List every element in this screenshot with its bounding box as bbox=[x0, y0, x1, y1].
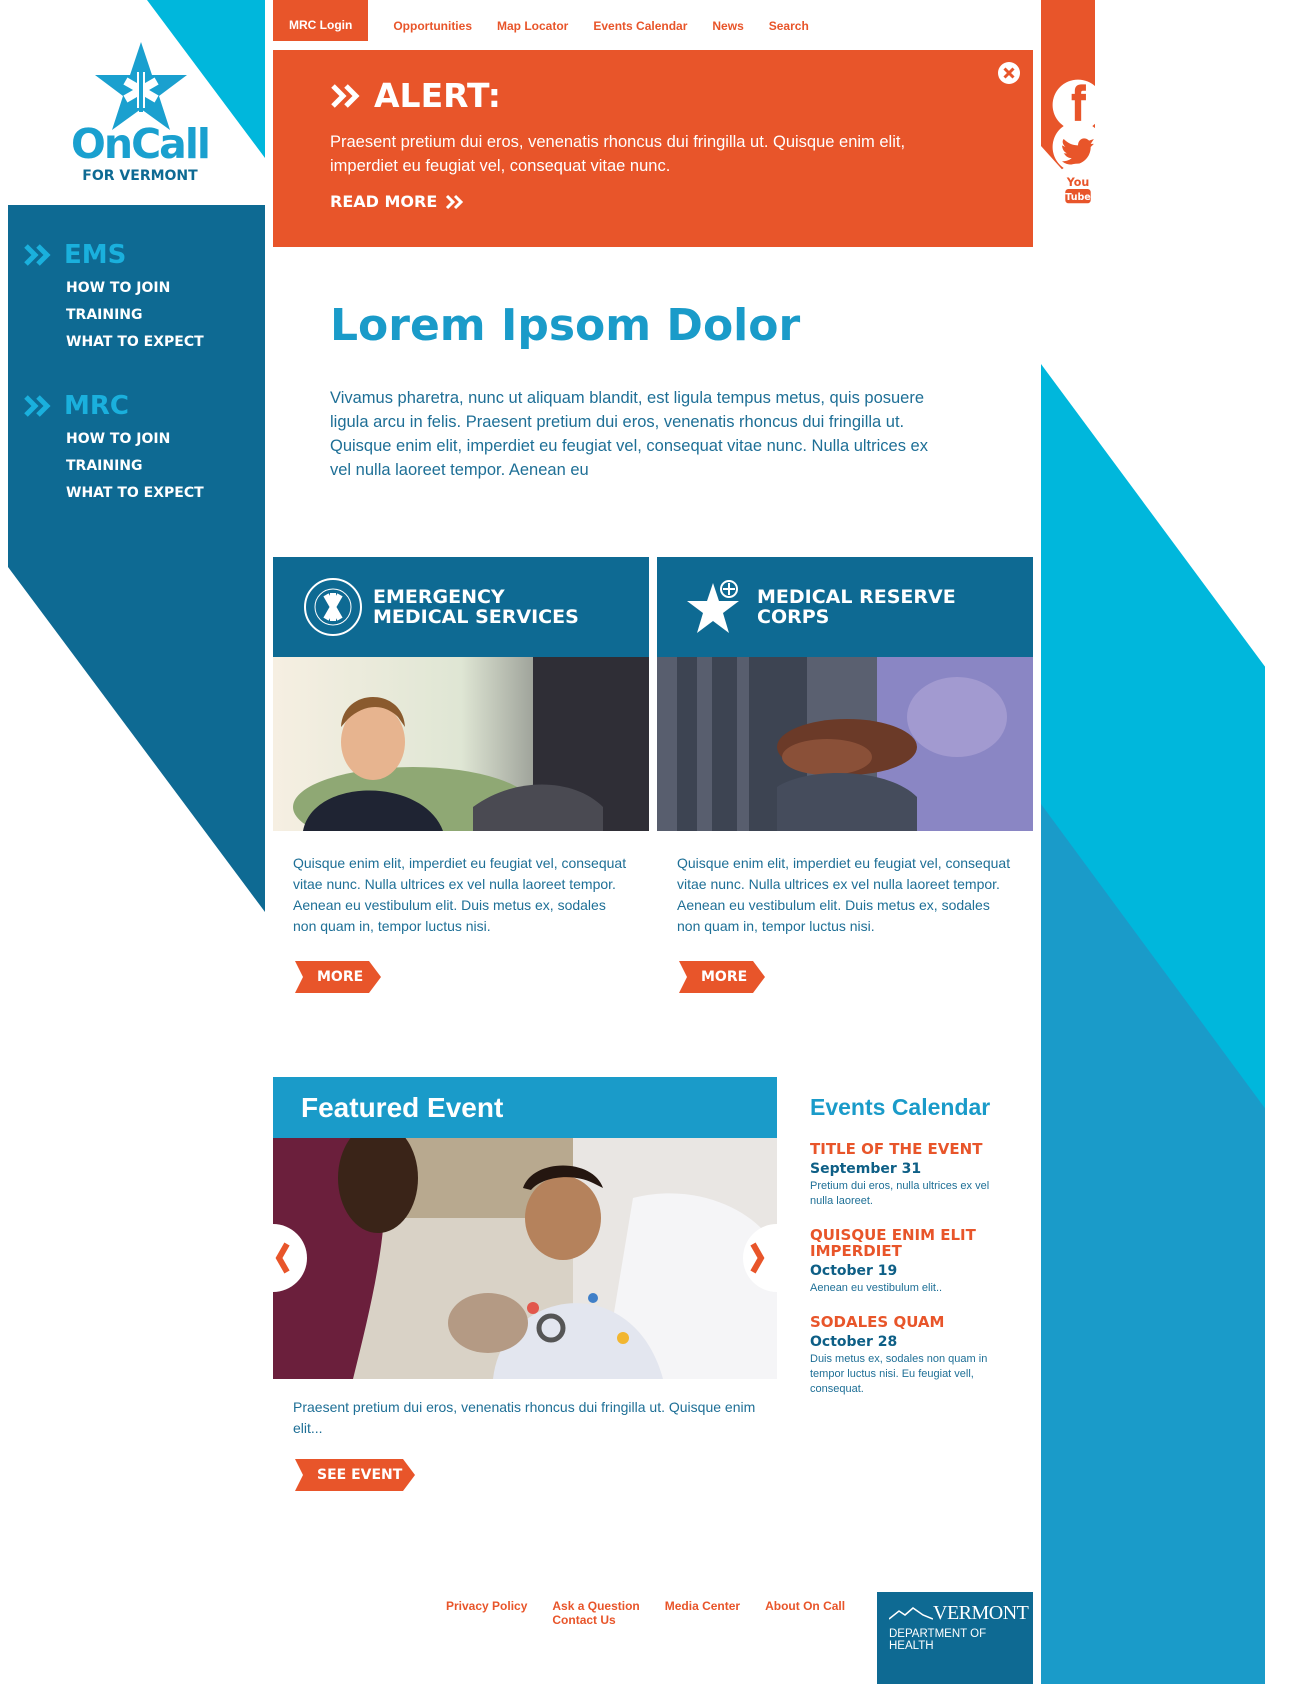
event-description: Duis metus ex, sodales non quam in tempo… bbox=[810, 1353, 988, 1395]
event-item[interactable]: QUISQUE ENIM ELIT IMPERDIET October 19 A… bbox=[810, 1227, 1005, 1296]
ems-photo bbox=[273, 657, 649, 831]
mrc-more-button[interactable]: MORE bbox=[679, 961, 773, 993]
ems-more-button[interactable]: MORE bbox=[295, 961, 389, 993]
oncall-logo[interactable]: OnCall FOR VERMONT bbox=[55, 42, 225, 192]
event-description: Pretium dui eros, nulla ultrices ex vel … bbox=[810, 1180, 990, 1207]
alert-title-text: ALERT: bbox=[374, 76, 501, 115]
events-calendar-heading: Events Calendar bbox=[810, 1094, 991, 1120]
button-label: SEE EVENT bbox=[317, 1467, 403, 1483]
card-title: MEDICAL RESERVE CORPS bbox=[757, 586, 956, 628]
card-ems: EMERGENCY MEDICAL SERVICES Quisque enim … bbox=[273, 557, 649, 993]
footer-about-on-call[interactable]: About On Call bbox=[765, 1599, 845, 1627]
nav-item-ems-how-to-join[interactable]: HOW TO JOIN bbox=[66, 275, 265, 302]
event-item[interactable]: TITLE OF THE EVENT September 31 Pretium … bbox=[810, 1141, 1005, 1209]
nav-item-ems-what-to-expect[interactable]: WHAT TO EXPECT bbox=[66, 329, 265, 356]
event-description: Aenean eu vestibulum elit.. bbox=[810, 1282, 943, 1294]
card-description: Quisque enim elit, imperdiet eu feugiat … bbox=[677, 855, 1011, 934]
alert-title: ALERT: bbox=[330, 76, 501, 115]
topnav-news[interactable]: News bbox=[712, 19, 743, 33]
topnav-opportunities[interactable]: Opportunities bbox=[393, 19, 472, 33]
card-header: MEDICAL RESERVE CORPS bbox=[657, 557, 1033, 657]
card-description: Quisque enim elit, imperdiet eu feugiat … bbox=[293, 855, 627, 934]
department-of-health-emblem-icon bbox=[304, 578, 362, 636]
event-date: October 19 bbox=[810, 1263, 898, 1279]
vermont-department-of-health-logo[interactable]: VERMONT DEPARTMENT OF HEALTH bbox=[877, 1592, 1033, 1684]
double-chevron-icon bbox=[331, 83, 360, 108]
button-label: MORE bbox=[701, 969, 748, 985]
nav-item-ems-training[interactable]: TRAINING bbox=[66, 302, 265, 329]
alert-banner: ALERT: Praesent pretium dui eros, venena… bbox=[273, 50, 1033, 247]
nav-item-mrc-training[interactable]: TRAINING bbox=[66, 453, 265, 480]
nav-item-mrc-how-to-join[interactable]: HOW TO JOIN bbox=[66, 426, 265, 453]
vdh-subtitle: DEPARTMENT OF HEALTH bbox=[889, 1628, 987, 1652]
next-slide-button[interactable] bbox=[729, 1224, 777, 1292]
featured-event-description: Praesent pretium dui eros, venenatis rho… bbox=[293, 1399, 756, 1436]
logo-wordmark: OnCall bbox=[71, 120, 211, 168]
mountain-icon bbox=[889, 1607, 933, 1620]
svg-text:Tube: Tube bbox=[1065, 192, 1091, 203]
nav-group-ems: EMS HOW TO JOIN TRAINING WHAT TO EXPECT bbox=[24, 235, 265, 356]
youtube-icon[interactable]: You Tube bbox=[1051, 101, 1104, 215]
nav-heading-label: MRC bbox=[64, 391, 129, 421]
logo-tagline: FOR VERMONT bbox=[82, 168, 198, 184]
twitter-icon[interactable] bbox=[1051, 59, 1104, 173]
facebook-icon[interactable] bbox=[1051, 17, 1104, 131]
event-title[interactable]: TITLE OF THE EVENT bbox=[810, 1141, 1005, 1157]
footer-link-stack: Ask a Question Contact Us bbox=[552, 1599, 639, 1627]
event-date: September 31 bbox=[810, 1161, 922, 1177]
previous-slide-button[interactable] bbox=[273, 1224, 321, 1292]
alert-body: Praesent pretium dui eros, venenatis rho… bbox=[330, 133, 906, 175]
close-icon[interactable] bbox=[997, 61, 1021, 85]
page-title: Lorem Ipsom Dolor bbox=[330, 300, 801, 351]
event-title[interactable]: QUISQUE ENIM ELIT IMPERDIET bbox=[810, 1227, 1005, 1259]
nav-heading-ems[interactable]: EMS bbox=[24, 235, 265, 275]
double-chevron-icon bbox=[24, 395, 51, 417]
card-title: EMERGENCY MEDICAL SERVICES bbox=[373, 586, 579, 628]
footer-media-center[interactable]: Media Center bbox=[665, 1599, 740, 1627]
footer-contact-us[interactable]: Contact Us bbox=[552, 1613, 639, 1627]
topnav-search[interactable]: Search bbox=[769, 19, 809, 33]
double-chevron-icon bbox=[446, 194, 464, 209]
topnav-map-locator[interactable]: Map Locator bbox=[497, 19, 568, 33]
footer-links: Privacy Policy Ask a Question Contact Us… bbox=[446, 1599, 870, 1627]
double-chevron-icon bbox=[24, 244, 51, 266]
featured-event-heading: Featured Event bbox=[273, 1077, 777, 1138]
intro-paragraph: Vivamus pharetra, nunc ut aliquam blandi… bbox=[330, 389, 928, 479]
footer-ask-a-question[interactable]: Ask a Question bbox=[552, 1599, 639, 1613]
top-navigation: MRC Login Opportunities Map Locator Even… bbox=[273, 0, 809, 41]
mrc-login-button[interactable]: MRC Login bbox=[273, 0, 369, 41]
featured-event-photo bbox=[273, 1138, 777, 1379]
vdh-wordmark: VERMONT bbox=[933, 1602, 1029, 1624]
event-item[interactable]: SODALES QUAM October 28 Duis metus ex, s… bbox=[810, 1314, 1005, 1397]
card-mrc: MEDICAL RESERVE CORPS Quisque enim elit,… bbox=[657, 557, 1033, 993]
alert-read-more-label: READ MORE bbox=[330, 192, 438, 211]
svg-text:You: You bbox=[1066, 176, 1090, 189]
card-header: EMERGENCY MEDICAL SERVICES bbox=[273, 557, 649, 657]
mrc-photo bbox=[657, 657, 1033, 831]
nav-heading-label: EMS bbox=[64, 240, 127, 270]
nav-item-mrc-what-to-expect[interactable]: WHAT TO EXPECT bbox=[66, 480, 265, 507]
topnav-events-calendar[interactable]: Events Calendar bbox=[593, 19, 687, 33]
social-ribbon: You Tube bbox=[1041, 0, 1104, 215]
side-navigation: EMS HOW TO JOIN TRAINING WHAT TO EXPECT … bbox=[8, 205, 265, 507]
footer-privacy-policy[interactable]: Privacy Policy bbox=[446, 1599, 527, 1627]
events-calendar: Events Calendar TITLE OF THE EVENT Septe… bbox=[810, 1095, 1005, 1415]
nav-group-mrc: MRC HOW TO JOIN TRAINING WHAT TO EXPECT bbox=[24, 386, 265, 507]
event-title[interactable]: SODALES QUAM bbox=[810, 1314, 1005, 1330]
featured-event: Featured Event Praesent pretium dui eros… bbox=[273, 1077, 777, 1491]
event-date: October 28 bbox=[810, 1334, 898, 1350]
see-event-button[interactable]: SEE EVENT bbox=[295, 1459, 428, 1491]
alert-read-more-link[interactable]: READ MORE bbox=[330, 192, 465, 211]
mrc-star-emblem-icon bbox=[687, 580, 739, 633]
button-label: MORE bbox=[317, 969, 364, 985]
nav-heading-mrc[interactable]: MRC bbox=[24, 386, 265, 426]
